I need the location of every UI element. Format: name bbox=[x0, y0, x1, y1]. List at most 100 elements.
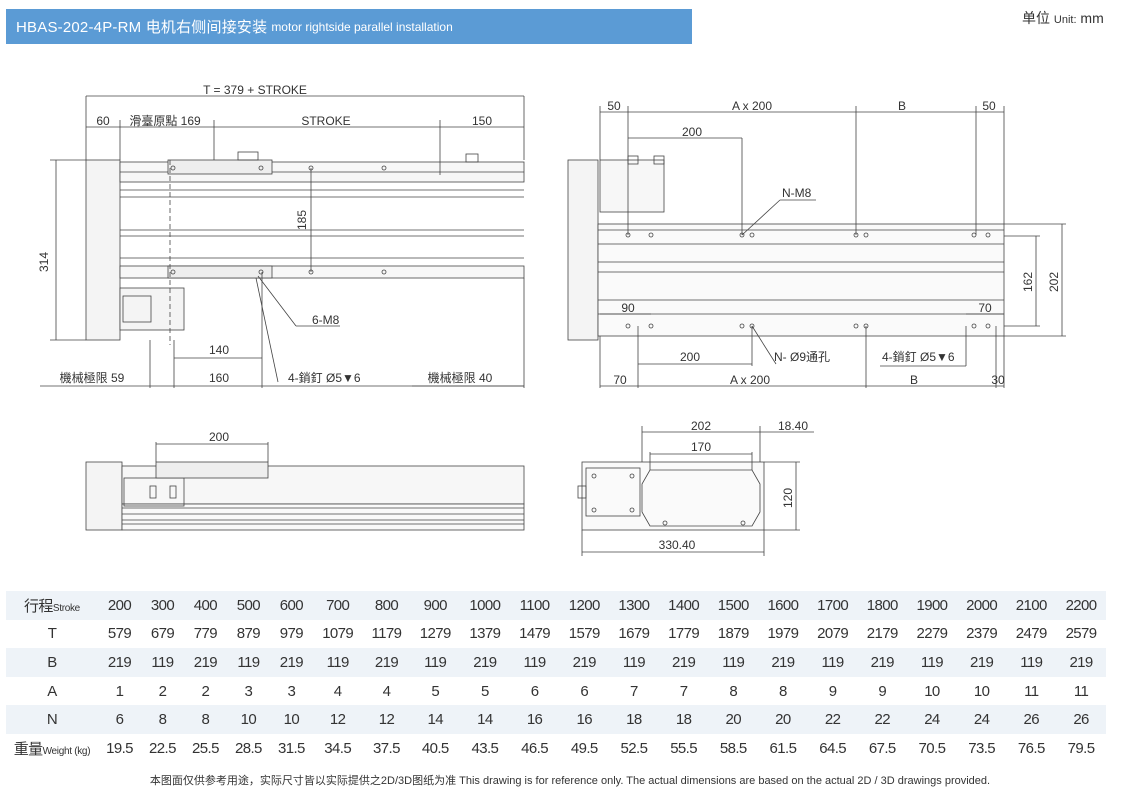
table-cell: 5 bbox=[481, 682, 489, 700]
dim-end-33040: 330.40 bbox=[659, 538, 696, 552]
table-cell: 679 bbox=[150, 625, 175, 643]
technical-drawing: T = 379 + STROKE 60 滑臺原點 169 STROKE 150 … bbox=[37, 83, 1066, 556]
table-cell: 18 bbox=[658, 705, 709, 734]
table-cell: 1900 bbox=[907, 591, 957, 620]
table-cell: 1000 bbox=[460, 591, 510, 620]
table-cell: 22 bbox=[857, 705, 908, 734]
table-cell: 1400 bbox=[658, 591, 709, 620]
table-cell: 7 bbox=[630, 682, 638, 700]
dim-160: 160 bbox=[209, 371, 229, 385]
table-cell: 22 bbox=[807, 705, 858, 734]
label-6m8: 6-M8 bbox=[312, 313, 340, 327]
table-cell: 119 bbox=[410, 648, 461, 677]
label-limit-59: 機械極限 59 bbox=[60, 370, 125, 385]
table-cell: 1079 bbox=[322, 625, 354, 643]
table-row: B 219 119 219 119 219 119 219 119 219 119 219 119 219… bbox=[6, 648, 1106, 677]
row-header-small: Stroke bbox=[52, 602, 80, 614]
table-cell: 200 bbox=[98, 591, 141, 620]
dim-185: 185 bbox=[295, 210, 309, 230]
table-cell: 1479 bbox=[519, 625, 551, 643]
table-cell: 79.5 bbox=[1067, 739, 1095, 757]
table-row: 行程Stroke 200 300 400 500 600 700 800 900 1000 1100… bbox=[6, 591, 1106, 620]
table-cell: 6 bbox=[580, 682, 589, 700]
table-cell: 55.5 bbox=[670, 739, 697, 757]
table-cell: 800 bbox=[362, 591, 411, 620]
table-cell: 10 bbox=[226, 705, 270, 734]
table-cell: 12 bbox=[362, 705, 411, 734]
table-cell: 14 bbox=[460, 705, 510, 734]
table-cell: 300 bbox=[140, 591, 184, 620]
table-cell: 2579 bbox=[1065, 625, 1098, 643]
row-header-label: N bbox=[46, 711, 58, 729]
dim-origin: 滑臺原點 169 bbox=[129, 113, 201, 128]
table-cell: 500 bbox=[226, 591, 270, 620]
table-cell: 2279 bbox=[916, 625, 948, 643]
table-cell: 3 bbox=[287, 682, 296, 700]
dim-t-total: T = 379 + STROKE bbox=[203, 83, 307, 97]
table-cell: 1279 bbox=[419, 625, 452, 643]
label-pins-right: 4-銷釘 Ø5▼6 bbox=[882, 349, 955, 364]
row-header: B bbox=[6, 648, 98, 677]
table-cell: 2179 bbox=[866, 625, 899, 643]
table-cell: 1679 bbox=[618, 625, 650, 643]
label-limit-40: 機械極限 40 bbox=[428, 370, 493, 385]
table-cell: 1 bbox=[115, 682, 124, 700]
table-cell: 67.5 bbox=[868, 739, 896, 757]
table-cell: 879 bbox=[236, 625, 261, 643]
table-cell: 2479 bbox=[1015, 625, 1048, 643]
table-cell: 119 bbox=[807, 648, 858, 677]
table-cell: 2 bbox=[158, 682, 167, 700]
table-cell: 219 bbox=[559, 648, 610, 677]
table-cell: 119 bbox=[609, 648, 659, 677]
table-cell: 11 bbox=[1024, 682, 1039, 700]
table-cell: 3 bbox=[244, 682, 253, 700]
table-cell: 1179 bbox=[371, 625, 402, 643]
table-cell: 219 bbox=[857, 648, 908, 677]
table-cell: 16 bbox=[559, 705, 610, 734]
table-cell: 2 bbox=[201, 682, 210, 700]
table-cell: 40.5 bbox=[421, 739, 449, 757]
table-cell: 9 bbox=[828, 682, 837, 700]
table-cell: 4 bbox=[382, 682, 391, 700]
row-header: 行程Stroke bbox=[6, 591, 98, 620]
table-cell: 16 bbox=[509, 705, 560, 734]
table-cell: 1100 bbox=[509, 591, 560, 620]
table-cell: 10 bbox=[973, 682, 990, 700]
table-cell: 28.5 bbox=[234, 739, 262, 757]
table-cell: 600 bbox=[269, 591, 313, 620]
table-cell: 1779 bbox=[668, 625, 700, 643]
table-cell: 8 bbox=[140, 705, 184, 734]
table-cell: 61.5 bbox=[769, 739, 797, 757]
table-cell: 219 bbox=[758, 648, 808, 677]
dim-150: 150 bbox=[472, 114, 492, 128]
table-row: 重量Weight (kg) 19.5 22.5 25.5 28.5 31.5 34.5 37.… bbox=[6, 734, 1106, 763]
table-cell: 11 bbox=[1073, 682, 1089, 700]
table-cell: 400 bbox=[183, 591, 227, 620]
dim-r-ax200-bot: A x 200 bbox=[730, 373, 770, 387]
table-cell: 20 bbox=[758, 705, 808, 734]
table-cell: 2079 bbox=[817, 625, 849, 643]
dim-140: 140 bbox=[209, 343, 229, 357]
table-cell: 700 bbox=[312, 591, 363, 620]
table-cell: 5 bbox=[431, 682, 440, 700]
table-cell: 7 bbox=[679, 682, 688, 700]
dim-314: 314 bbox=[37, 252, 51, 272]
dim-r-50a: 50 bbox=[607, 99, 621, 113]
row-header: 重量Weight (kg) bbox=[6, 734, 98, 763]
row-header: T bbox=[6, 620, 98, 649]
label-n9: N- Ø9通孔 bbox=[774, 350, 830, 364]
table-cell: 19.5 bbox=[106, 739, 133, 757]
table-cell: 979 bbox=[279, 625, 304, 643]
table-cell: 2100 bbox=[1006, 591, 1057, 620]
dim-end-120: 120 bbox=[781, 488, 795, 508]
table-cell: 119 bbox=[509, 648, 560, 677]
table-cell: 31.5 bbox=[277, 739, 305, 757]
table-cell: 8 bbox=[779, 682, 787, 700]
label-nm8: N-M8 bbox=[782, 186, 812, 200]
table-cell: 25.5 bbox=[192, 739, 219, 757]
table-cell: 76.5 bbox=[1017, 739, 1045, 757]
dim-r-50b: 50 bbox=[982, 99, 996, 113]
dim-end-202: 202 bbox=[691, 419, 711, 433]
dim-side-200: 200 bbox=[209, 430, 229, 444]
table-cell: 219 bbox=[98, 648, 141, 677]
